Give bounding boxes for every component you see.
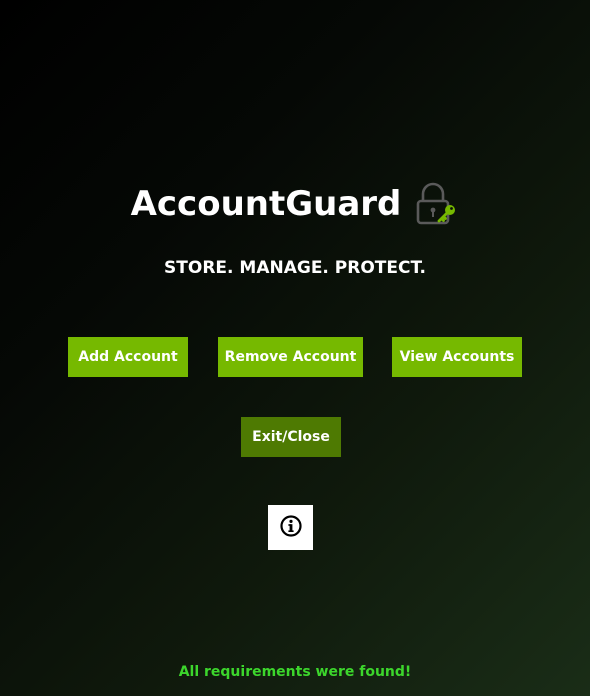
add-account-button[interactable]: Add Account [68, 337, 188, 377]
app-title: AccountGuard [130, 184, 402, 224]
view-accounts-button[interactable]: View Accounts [392, 337, 522, 377]
info-icon [279, 514, 303, 541]
remove-account-button[interactable]: Remove Account [218, 337, 363, 377]
main-window: AccountGuard STORE. MANAGE. PROTECT. Add… [0, 0, 590, 696]
info-button[interactable] [268, 505, 313, 550]
status-message: All requirements were found! [178, 664, 412, 680]
lock-key-icon [415, 182, 459, 226]
title-row: AccountGuard [0, 180, 590, 228]
tagline: STORE. MANAGE. PROTECT. [164, 258, 426, 278]
exit-close-button[interactable]: Exit/Close [241, 417, 341, 457]
